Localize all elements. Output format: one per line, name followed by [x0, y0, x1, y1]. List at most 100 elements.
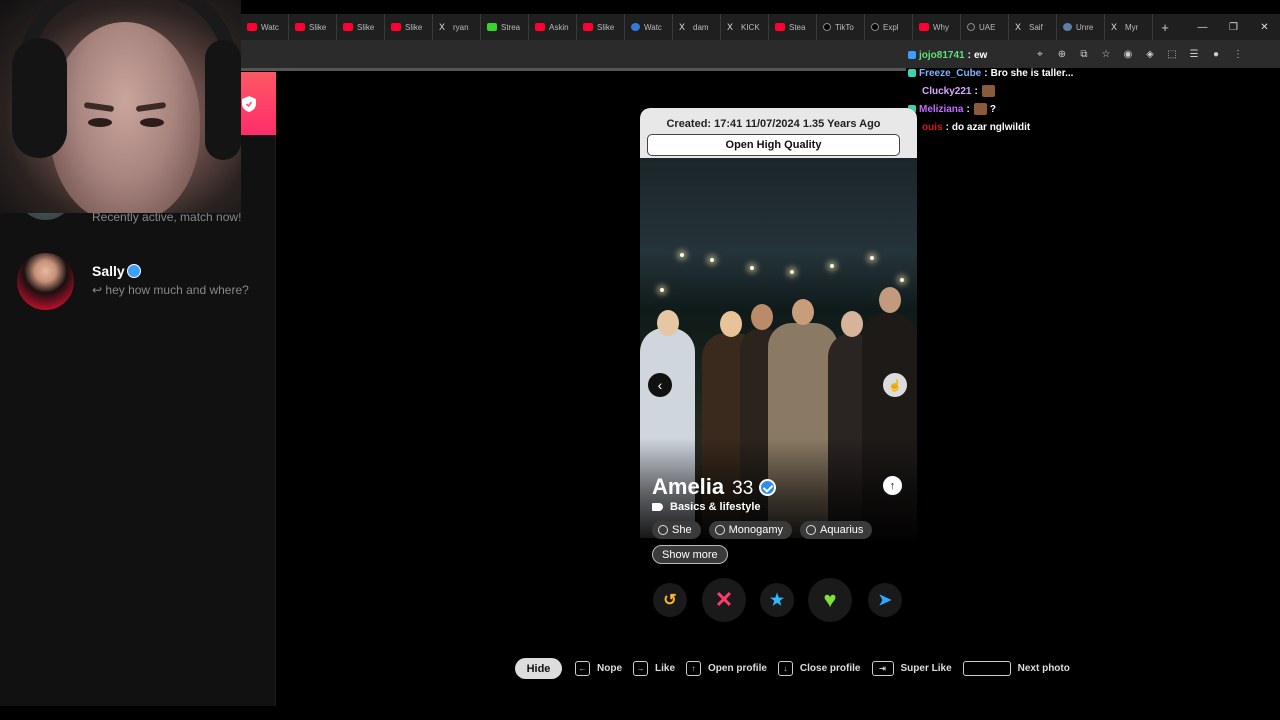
browser-tab[interactable]: Slike	[337, 14, 385, 40]
pronoun-pill: She	[652, 521, 701, 539]
verified-badge-icon	[127, 264, 141, 278]
moon-icon	[806, 525, 816, 535]
rewind-button[interactable]: ↺	[653, 583, 687, 617]
hint-super-like: ⇥ Super Like	[871, 661, 952, 676]
chat-username: jojo81741	[919, 49, 965, 61]
show-more-button[interactable]: Show more	[652, 545, 728, 564]
zodiac-pill: Aquarius	[800, 521, 873, 539]
browser-tab[interactable]: X KICK	[721, 14, 769, 40]
youtube-icon	[919, 23, 929, 31]
screen: Watc Slike Slike Slike Xryan Strea Askin…	[0, 0, 1280, 720]
profile-age: 33	[732, 478, 754, 499]
browser-tab[interactable]: Expl	[865, 14, 913, 40]
hide-hints-button[interactable]: Hide	[515, 658, 562, 679]
browser-tab[interactable]: UAE	[961, 14, 1009, 40]
youtube-icon	[583, 23, 593, 31]
chat-badge-icon	[908, 51, 916, 59]
tiktok-icon	[871, 23, 879, 31]
arrow-up-key-icon: ↑	[686, 661, 702, 676]
arrow-up-icon: ↑	[889, 479, 896, 492]
string-light	[790, 270, 794, 274]
hint-open-profile: ↑ Open profile	[686, 661, 767, 676]
match-name: Sally	[92, 263, 125, 279]
hint-label: Close profile	[799, 663, 861, 674]
hand-cursor-icon: ☝	[888, 379, 902, 392]
open-high-quality-button[interactable]: Open High Quality	[647, 134, 900, 156]
string-light	[680, 253, 684, 257]
chat-text: ew	[973, 49, 988, 61]
chat-username: Meliziana	[919, 103, 964, 115]
youtube-icon	[343, 23, 353, 31]
browser-tab[interactable]: Xdam	[673, 14, 721, 40]
new-tab-button[interactable]: +	[1153, 20, 1177, 35]
hint-label: Super Like	[900, 663, 952, 674]
chat-text: do azar nglwildit	[951, 121, 1031, 133]
basics-lifestyle-header: Basics & lifestyle	[652, 501, 761, 513]
verified-check-icon	[759, 479, 777, 496]
kick-icon	[487, 23, 497, 31]
browser-tab[interactable]: Watc	[625, 14, 673, 40]
browser-tab[interactable]: Stea	[769, 14, 817, 40]
relationship-type-pill: Monogamy	[708, 521, 792, 539]
hint-next-photo: Next photo	[962, 661, 1070, 676]
chat-badge-icon	[908, 69, 916, 77]
browser-tab[interactable]: Why	[913, 14, 961, 40]
chat-message: ouis: do azar nglwildit	[922, 121, 1031, 133]
next-photo-button[interactable]: ☝	[883, 373, 907, 397]
string-light	[900, 278, 904, 282]
profile-card[interactable]: Created: 17:41 11/07/2024 1.35 Years Ago…	[640, 108, 917, 622]
hint-label: Like	[655, 663, 676, 674]
boost-button[interactable]: ➤	[868, 583, 902, 617]
string-light	[830, 264, 834, 268]
headphone-right	[205, 40, 241, 160]
browser-tab[interactable]: Unre	[1057, 14, 1105, 40]
chat-message: Freeze_Cube: Bro she is taller...	[908, 64, 1168, 82]
super-like-button[interactable]: ★	[760, 583, 794, 617]
messenger-icon	[631, 23, 640, 31]
browser-tab[interactable]: Slike	[577, 14, 625, 40]
steam-icon	[1063, 23, 1072, 31]
heart-outline-icon	[714, 525, 725, 535]
headphone-left	[12, 38, 67, 158]
previous-photo-button[interactable]: ‹	[648, 373, 672, 397]
browser-tab[interactable]: Slike	[385, 14, 433, 40]
profile-avatar-icon[interactable]: ●	[1205, 49, 1227, 60]
shield-icon[interactable]	[242, 95, 256, 112]
minimize-button[interactable]: —	[1187, 22, 1218, 33]
chat-message: Meliziana: ?	[908, 100, 1168, 118]
browser-tab[interactable]: X Saif	[1009, 14, 1057, 40]
webcam-overlay	[0, 0, 241, 213]
pronoun-icon	[658, 525, 668, 535]
chat-text: Bro she is taller...	[990, 67, 1074, 79]
basics-label: Basics & lifestyle	[670, 501, 761, 513]
restore-button[interactable]: ❐	[1218, 22, 1249, 33]
card-info-header: Created: 17:41 11/07/2024 1.35 Years Ago…	[640, 108, 917, 158]
open-profile-button[interactable]: ↑	[881, 474, 904, 497]
browser-tab[interactable]: Xryan	[433, 14, 481, 40]
like-button[interactable]: ♥	[808, 578, 852, 622]
browser-tab[interactable]: Slike	[289, 14, 337, 40]
chat-emote-icon	[981, 85, 995, 97]
hint-nope: ← Nope	[575, 661, 622, 676]
browser-tab[interactable]: Strea	[481, 14, 529, 40]
hint-like: → Like	[633, 661, 675, 676]
star-icon: ★	[769, 592, 785, 609]
close-window-button[interactable]: ✕	[1249, 22, 1280, 33]
youtube-icon	[535, 23, 545, 31]
nope-button[interactable]: ✕	[702, 578, 746, 622]
arrow-left-key-icon: ←	[575, 661, 590, 676]
x-icon: X	[1015, 22, 1022, 32]
browser-menu-icon[interactable]: ⋮	[1227, 49, 1249, 60]
tab-search-icon[interactable]: ☰	[1183, 49, 1205, 60]
arrow-right-key-icon: →	[633, 661, 648, 676]
string-light	[660, 288, 664, 292]
arrow-down-key-icon: ↓	[777, 661, 793, 676]
eye-right	[140, 118, 164, 127]
x-icon: X	[1111, 22, 1118, 32]
browser-tab[interactable]: Askin	[529, 14, 577, 40]
x-icon: X	[727, 22, 734, 32]
chat-message: jojo81741: ew	[908, 46, 1168, 64]
browser-tab[interactable]: TikTo	[817, 14, 865, 40]
browser-tab[interactable]: X Myr	[1105, 14, 1153, 40]
keyboard-hints: Hide ← Nope → Like ↑ Open profile ↓ Close pr…	[515, 658, 1081, 679]
